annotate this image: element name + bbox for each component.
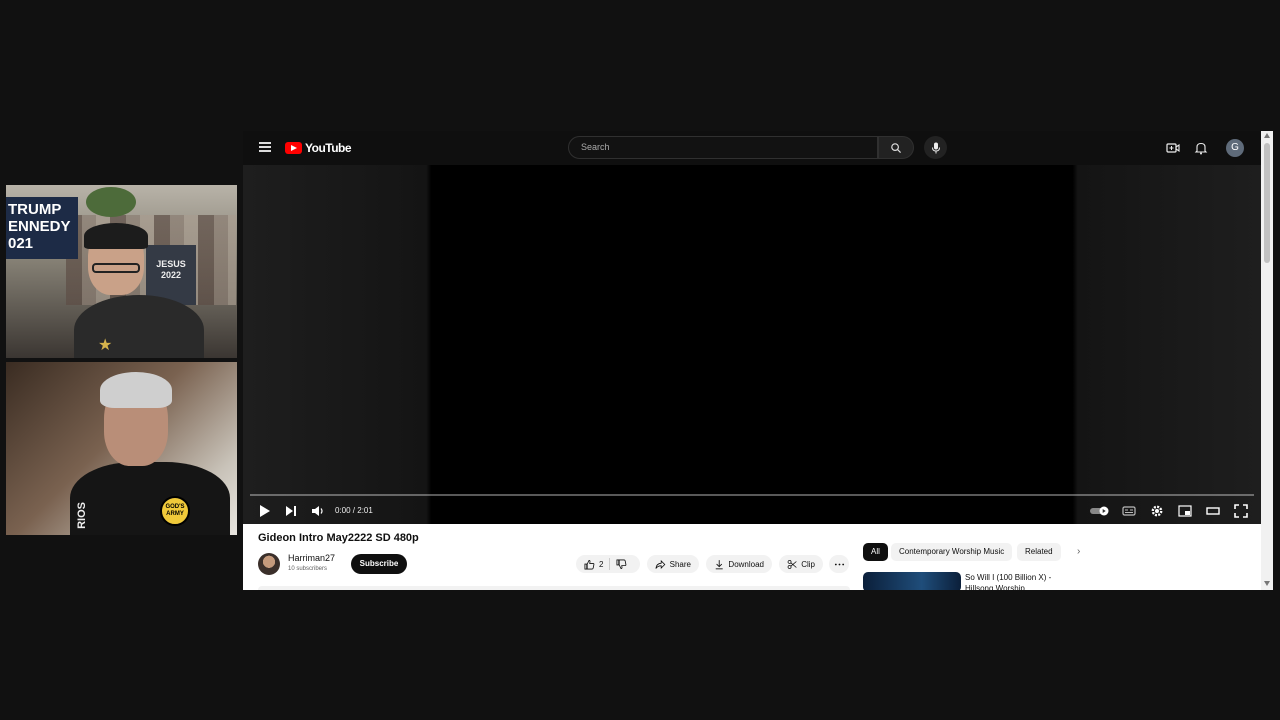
video-title: Gideon Intro May2222 SD 480p [258,532,419,544]
recommendation-thumbnail[interactable] [863,572,961,590]
person-glasses [92,263,140,273]
gear-icon [1151,505,1163,517]
scroll-thumb[interactable] [1264,143,1270,263]
person-body [70,462,230,535]
next-button[interactable] [282,502,300,520]
chevron-right-icon[interactable]: › [1077,546,1080,557]
theater-icon [1206,507,1220,515]
download-button[interactable]: Download [706,555,772,573]
scroll-down-icon[interactable] [1264,581,1270,586]
subscribe-button[interactable]: Subscribe [351,554,407,574]
youtube-window: YouTube Search G 0:00 / 2:01 Gideon Intr… [243,131,1273,590]
download-icon [715,559,723,569]
like-divider [609,558,611,570]
play-icon [260,505,270,517]
person-body [74,295,204,358]
youtube-header: YouTube Search G [243,131,1261,165]
scroll-up-icon[interactable] [1264,133,1270,138]
chip-related[interactable]: Related [1017,543,1061,561]
video-info-panel: Gideon Intro May2222 SD 480p Harriman27 … [243,524,1261,590]
play-button[interactable] [255,502,273,520]
chip-all[interactable]: All [863,543,888,561]
autoplay-toggle-icon [1090,506,1109,516]
video-player[interactable]: 0:00 / 2:01 [243,165,1261,524]
volume-button[interactable] [309,502,327,520]
miniplayer-icon [1178,505,1192,517]
background-plant [86,187,136,217]
volume-icon [312,506,323,516]
search-icon [891,142,902,153]
miniplayer-button[interactable] [1176,502,1194,520]
subscriber-count: 10 subscribers [288,566,328,572]
share-icon [655,559,666,569]
youtube-logo[interactable]: YouTube [285,141,352,155]
account-avatar[interactable]: G [1226,139,1244,157]
page-scrollbar[interactable] [1261,131,1273,590]
player-controls: 0:00 / 2:01 [243,499,1261,523]
theater-mode-button[interactable] [1204,502,1222,520]
thumbs-up-icon[interactable] [584,559,595,570]
time-display: 0:00 / 2:01 [335,506,373,515]
fullscreen-button[interactable] [1232,502,1250,520]
logo-text: YouTube [305,141,352,155]
shirt-badge: GOD'S ARMY [160,496,190,526]
channel-avatar[interactable] [258,553,280,575]
more-horizontal-icon [834,563,844,565]
hamburger-menu-icon[interactable] [259,142,271,152]
captions-icon [1122,506,1136,516]
settings-button[interactable] [1148,502,1166,520]
create-video-icon [1166,143,1180,153]
description-box[interactable] [258,586,850,590]
youtube-play-icon [285,142,302,154]
webcam-feed-top: TRUMP ENNEDY 021 JESUS 2022 ★ [6,185,237,358]
skip-next-icon [286,506,296,516]
channel-name[interactable]: Harriman27 [288,553,335,563]
subtitles-button[interactable] [1120,502,1138,520]
share-label: Share [669,559,691,569]
like-dislike-group: 2 [576,555,640,573]
thumbs-down-icon[interactable] [616,559,627,570]
download-label: Download [728,559,764,569]
star-icon: ★ [98,337,113,354]
sleeve-text: RIOS [76,502,88,529]
person-hair [100,372,172,408]
recommendation-title[interactable]: So Will I (100 Billion X) - Hillsong Wor… [965,572,1075,590]
microphone-icon [931,142,940,153]
clip-button[interactable]: Clip [779,555,823,573]
bell-icon [1194,142,1208,155]
scissors-icon [787,559,797,569]
progress-bar[interactable] [250,494,1254,496]
more-actions-button[interactable] [829,555,849,573]
webcam-feed-bottom: RIOS GOD'S ARMY [6,362,237,535]
like-count[interactable]: 2 [599,560,603,569]
search-button[interactable] [878,136,914,159]
voice-search-button[interactable] [924,136,947,159]
clip-label: Clip [801,559,815,569]
background-sign: TRUMP ENNEDY 021 [6,197,78,259]
share-button[interactable]: Share [647,555,699,573]
fullscreen-icon [1234,504,1248,518]
autoplay-toggle[interactable] [1089,502,1111,520]
chip-contemporary-worship-music[interactable]: Contemporary Worship Music [891,543,1013,561]
notifications-button[interactable] [1193,140,1209,156]
person-cap [84,223,148,249]
search-input[interactable]: Search [568,136,878,159]
create-video-button[interactable] [1165,140,1181,156]
